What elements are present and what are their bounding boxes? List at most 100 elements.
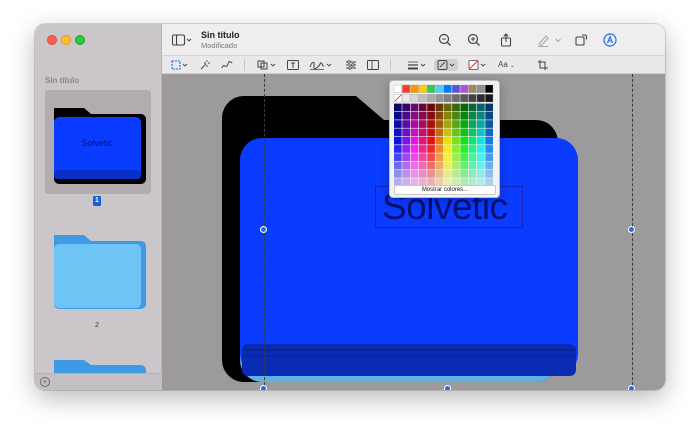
shapes-icon[interactable] [256, 59, 278, 71]
color-swatch[interactable] [485, 161, 493, 170]
color-swatch[interactable] [460, 170, 469, 178]
sidebar-toggle-icon[interactable] [171, 32, 193, 48]
color-swatch[interactable] [452, 178, 460, 185]
resize-handle-bottom[interactable] [444, 385, 451, 390]
color-swatch[interactable] [435, 103, 444, 112]
color-swatch[interactable] [468, 103, 477, 112]
color-swatch[interactable] [451, 94, 460, 103]
color-swatch[interactable] [402, 111, 410, 120]
chevron-down-icon[interactable] [553, 32, 563, 48]
color-swatch[interactable] [402, 178, 410, 185]
color-swatch[interactable] [394, 153, 402, 162]
color-swatch[interactable] [485, 153, 493, 162]
color-swatch[interactable] [468, 161, 477, 170]
minimize-window-button[interactable] [61, 35, 71, 45]
color-swatch[interactable] [394, 170, 402, 178]
crop-icon[interactable] [536, 59, 550, 71]
color-swatch[interactable] [460, 128, 469, 137]
color-swatch[interactable] [410, 170, 419, 178]
add-page-icon[interactable]: + [40, 377, 50, 387]
color-swatch[interactable] [427, 145, 435, 153]
color-swatch[interactable] [468, 145, 477, 153]
color-swatch[interactable] [460, 94, 469, 103]
color-swatch[interactable] [460, 103, 469, 112]
color-swatch[interactable] [435, 170, 444, 178]
magic-select-icon[interactable] [198, 59, 212, 71]
color-swatch[interactable] [485, 94, 494, 103]
color-swatch[interactable] [485, 111, 493, 120]
color-swatch[interactable] [485, 170, 493, 178]
color-swatch[interactable] [476, 84, 485, 93]
color-swatch[interactable] [477, 128, 485, 137]
color-swatch[interactable] [460, 84, 469, 93]
resize-handle-right[interactable] [628, 226, 635, 233]
color-swatch[interactable] [451, 84, 460, 93]
color-swatch[interactable] [443, 136, 452, 145]
color-swatch[interactable] [435, 161, 444, 170]
color-swatch[interactable] [477, 153, 485, 162]
color-swatch[interactable] [477, 136, 485, 145]
color-swatch[interactable] [477, 178, 485, 185]
color-swatch[interactable] [427, 136, 435, 145]
color-swatch[interactable] [485, 145, 493, 153]
color-swatch[interactable] [410, 161, 419, 170]
color-swatch[interactable] [443, 145, 452, 153]
color-swatch[interactable] [452, 145, 460, 153]
color-swatch[interactable] [452, 153, 460, 162]
color-swatch[interactable] [468, 153, 477, 162]
color-swatch[interactable] [427, 84, 436, 93]
color-swatch[interactable] [443, 94, 452, 103]
color-swatch[interactable] [452, 120, 460, 128]
color-swatch[interactable] [435, 153, 444, 162]
color-swatch[interactable] [394, 128, 402, 137]
color-swatch[interactable] [452, 136, 460, 145]
color-swatch[interactable] [460, 161, 469, 170]
color-swatch[interactable] [460, 111, 469, 120]
color-swatch[interactable] [435, 128, 444, 137]
color-swatch[interactable] [443, 178, 452, 185]
color-swatch[interactable] [427, 161, 435, 170]
color-swatch[interactable] [485, 136, 493, 145]
color-swatch[interactable] [443, 84, 452, 93]
color-swatch[interactable] [468, 111, 477, 120]
color-swatch[interactable] [485, 84, 494, 93]
color-swatch[interactable] [418, 120, 427, 128]
color-swatch[interactable] [418, 170, 427, 178]
adjust-color-icon[interactable] [344, 59, 358, 71]
color-swatch[interactable] [410, 145, 419, 153]
color-swatch[interactable] [485, 178, 493, 185]
resize-handle-bottom-left[interactable] [260, 385, 267, 390]
color-swatch[interactable] [485, 120, 493, 128]
text-style-button[interactable]: Aa ⌄ [498, 59, 522, 71]
color-swatch[interactable] [427, 94, 436, 103]
color-swatch[interactable] [427, 178, 435, 185]
color-swatch[interactable] [485, 103, 493, 112]
color-swatch[interactable] [402, 136, 410, 145]
color-swatch[interactable] [410, 111, 419, 120]
color-swatch[interactable] [427, 111, 435, 120]
color-swatch[interactable] [394, 178, 402, 185]
resize-handle-left[interactable] [260, 226, 267, 233]
color-swatch[interactable] [460, 136, 469, 145]
color-swatch[interactable] [477, 111, 485, 120]
color-swatch[interactable] [427, 103, 435, 112]
color-swatch[interactable] [443, 120, 452, 128]
line-style-icon[interactable] [406, 59, 428, 71]
color-swatch[interactable] [477, 103, 485, 112]
rect-select-icon[interactable] [170, 59, 190, 71]
color-swatch[interactable] [402, 153, 410, 162]
color-swatch[interactable] [477, 145, 485, 153]
color-swatch[interactable] [443, 170, 452, 178]
rotate-icon[interactable] [573, 32, 589, 48]
color-swatch[interactable] [402, 94, 411, 103]
color-swatch[interactable] [394, 136, 402, 145]
color-swatch[interactable] [418, 153, 427, 162]
color-swatch[interactable] [410, 136, 419, 145]
color-swatch[interactable] [418, 94, 427, 103]
color-swatch[interactable] [468, 170, 477, 178]
color-swatch[interactable] [410, 84, 419, 93]
color-swatch[interactable] [418, 145, 427, 153]
color-swatch[interactable] [410, 153, 419, 162]
color-swatch[interactable] [418, 103, 427, 112]
color-swatch[interactable] [427, 120, 435, 128]
